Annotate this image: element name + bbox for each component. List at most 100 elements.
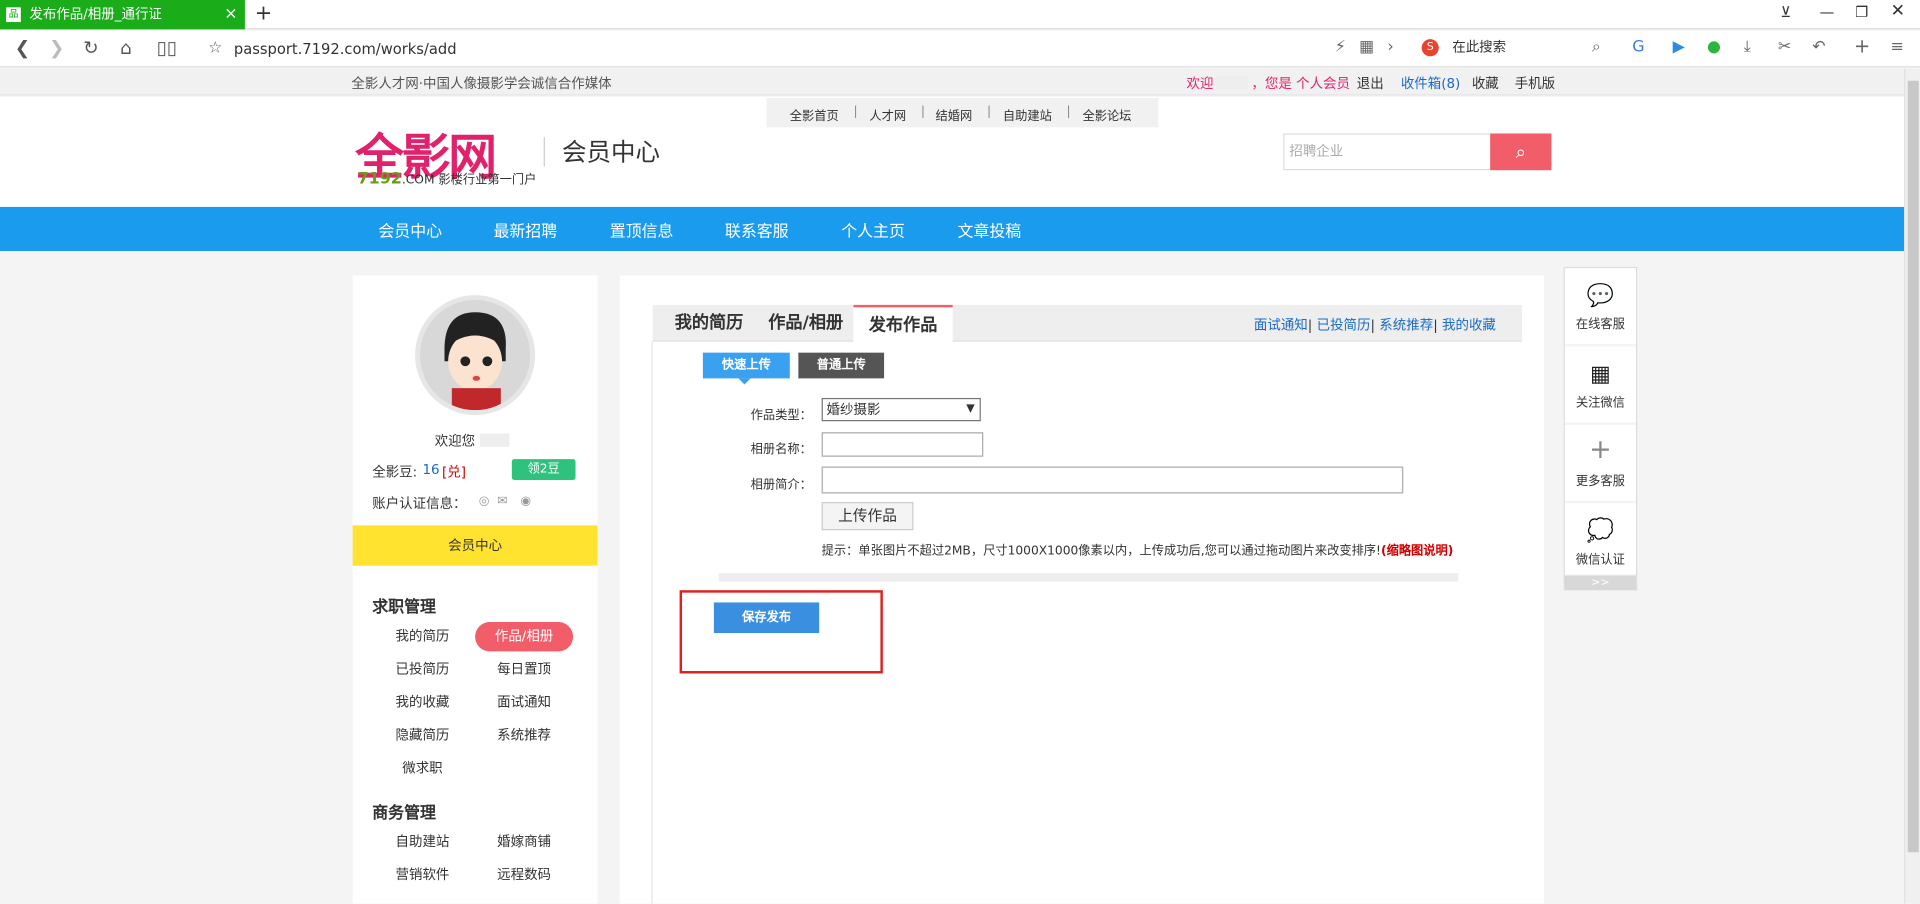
menu-icon[interactable]: ≡ [1891, 38, 1904, 56]
add-icon[interactable]: + [1854, 34, 1870, 57]
play-icon[interactable]: ▶ [1673, 38, 1685, 56]
album-name-input[interactable] [821, 432, 984, 457]
menu-works-album[interactable]: 作品/相册 [475, 622, 574, 652]
close-tab-icon[interactable]: × [224, 0, 237, 29]
wechat-icon[interactable]: ● [1707, 38, 1721, 56]
redeem-link[interactable]: [兑] [442, 462, 466, 482]
menu-hide-resume[interactable]: 隐藏简历 [373, 721, 471, 750]
search-button[interactable]: ⌕ [1490, 133, 1552, 171]
menu-wedding-shop[interactable]: 婚嫁商铺 [475, 828, 573, 857]
home-icon[interactable]: ⌂ [120, 37, 132, 59]
star-icon[interactable]: ☆ [208, 39, 222, 57]
menu-marketing[interactable]: 营销软件 [373, 861, 471, 890]
get-beans-button[interactable]: 领2豆 [511, 459, 576, 481]
quicknav-forum[interactable]: 全影论坛 [1082, 105, 1131, 123]
menu-interview[interactable]: 面试通知 [475, 688, 573, 717]
save-publish-button[interactable]: 保存发布 [713, 602, 820, 634]
tab-works-album[interactable]: 作品/相册 [758, 305, 854, 342]
quicknav-build[interactable]: 自助建站 [1003, 105, 1052, 123]
link-favorites[interactable]: 我的收藏 [1442, 317, 1496, 333]
pin-icon[interactable]: ⊻ [1780, 4, 1791, 21]
nav-article[interactable]: 文章投稿 [958, 218, 1022, 241]
tab-publish-works[interactable]: 发布作品 [853, 304, 953, 343]
type-select-value: 婚纱摄影 [826, 401, 881, 418]
chevron-right-icon[interactable]: › [1387, 38, 1393, 56]
avatar[interactable] [415, 295, 536, 416]
menu-sent-resume[interactable]: 已投简历 [373, 655, 471, 684]
link-interview[interactable]: 面试通知 [1254, 317, 1308, 333]
close-window-icon[interactable]: ✕ [1891, 1, 1905, 21]
nav-homepage[interactable]: 个人主页 [841, 218, 905, 241]
translate-icon[interactable]: G [1632, 38, 1644, 56]
logout-link[interactable]: 退出 [1357, 73, 1384, 93]
restore-icon[interactable]: ❐ [1855, 4, 1868, 21]
collapse-panel-button[interactable]: >> [1564, 575, 1636, 591]
link-recommend[interactable]: 系统推荐 [1379, 317, 1433, 333]
follow-wechat-item[interactable]: ▦ 关注微信 [1564, 346, 1636, 423]
search-icon[interactable]: ⌕ [1592, 38, 1601, 56]
mobile-link[interactable]: 手机版 [1515, 73, 1555, 93]
menu-my-favorites[interactable]: 我的收藏 [373, 688, 471, 717]
reader-icon[interactable]: ▯▯ [157, 37, 177, 59]
menu-daily-pin[interactable]: 每日置顶 [475, 655, 573, 684]
cert-label: 账户认证信息： [372, 495, 467, 512]
member-center-bar[interactable]: 会员中心 [352, 525, 598, 566]
quick-nav: 全影首页 | 人才网 | 结婚网 | 自助建站 | 全影论坛 [766, 97, 1159, 128]
reload-icon[interactable]: ↻ [83, 37, 98, 59]
album-desc-textarea[interactable] [821, 466, 1404, 494]
download-icon[interactable]: ⤓ [1744, 38, 1751, 56]
link-sent-resume[interactable]: 已投简历 [1317, 317, 1371, 333]
cut-icon[interactable]: ✂ [1778, 38, 1791, 56]
menu-recommend[interactable]: 系统推荐 [475, 721, 573, 750]
url-input[interactable]: passport.7192.com/works/add [234, 40, 457, 57]
wechat-cert-label: 微信认证 [1575, 553, 1625, 567]
cert-phone-icon[interactable]: ◎ [479, 495, 490, 508]
nav-latest-jobs[interactable]: 最新招聘 [493, 218, 557, 241]
menu-my-resume[interactable]: 我的简历 [373, 622, 471, 651]
new-tab-icon[interactable]: + [255, 1, 272, 25]
tab-my-resume[interactable]: 我的简历 [660, 305, 758, 342]
favorite-link[interactable]: 收藏 [1472, 73, 1499, 93]
welcome-text: 欢迎 [1186, 75, 1214, 92]
thumbnail-help-link[interactable]: (缩略图说明) [1381, 545, 1453, 558]
flash-icon[interactable]: ⚡ [1335, 38, 1346, 56]
qr-icon[interactable]: ▦ [1359, 38, 1374, 56]
online-service-item[interactable]: 💬 在线客服 [1564, 268, 1636, 345]
search-engine-icon[interactable]: S [1421, 39, 1439, 57]
nav-contact[interactable]: 联系客服 [725, 218, 789, 241]
hint-prefix: 提示： [821, 544, 859, 559]
cert-id-icon[interactable]: ◉ [520, 495, 531, 508]
back-icon[interactable]: ❮ [15, 37, 30, 59]
more-service-item[interactable]: + 更多客服 [1564, 424, 1636, 501]
wechat-cert-item[interactable]: 💭 微信认证 [1564, 503, 1636, 575]
forward-icon[interactable]: ❯ [49, 37, 64, 59]
inbox-link[interactable]: 收件箱(8) [1401, 73, 1461, 93]
follow-wechat-label: 关注微信 [1575, 396, 1625, 411]
tab-title: 发布作品/相册_通行证 [29, 6, 162, 23]
favicon-icon: 品 [6, 7, 21, 23]
menu-self-build[interactable]: 自助建站 [373, 828, 471, 857]
browser-search-input[interactable]: S 在此搜索 [1418, 34, 1611, 61]
more-service-label: 更多客服 [1575, 475, 1625, 489]
site-search-input[interactable]: 招聘企业 [1283, 133, 1492, 171]
upload-works-button[interactable]: 上传作品 [821, 502, 914, 531]
scroll-thumb[interactable] [1907, 80, 1919, 853]
normal-upload-tab[interactable]: 普通上传 [798, 352, 885, 379]
page-scrollbar[interactable] [1904, 68, 1920, 904]
quicknav-talent[interactable]: 人才网 [869, 105, 906, 123]
minimize-icon[interactable]: — [1820, 4, 1835, 21]
menu-micro-job[interactable]: 微求职 [373, 754, 471, 783]
quick-upload-tab[interactable]: 快速上传 [702, 352, 790, 379]
logo-number: 7192 [357, 170, 402, 189]
type-select[interactable]: 婚纱摄影 ▼ [821, 397, 981, 422]
quicknav-home[interactable]: 全影首页 [790, 105, 839, 123]
undo-icon[interactable]: ↶ [1812, 38, 1825, 56]
cert-email-icon[interactable]: ✉ [497, 495, 507, 508]
nav-pinned-info[interactable]: 置顶信息 [610, 218, 674, 241]
nav-member-center[interactable]: 会员中心 [378, 218, 442, 241]
quicknav-wedding[interactable]: 结婚网 [936, 105, 973, 123]
browser-tab[interactable]: 品 发布作品/相册_通行证 × [0, 0, 245, 30]
menu-remote-digital[interactable]: 远程数码 [475, 861, 573, 890]
divider: | [920, 105, 925, 119]
username-blur [1215, 75, 1248, 90]
